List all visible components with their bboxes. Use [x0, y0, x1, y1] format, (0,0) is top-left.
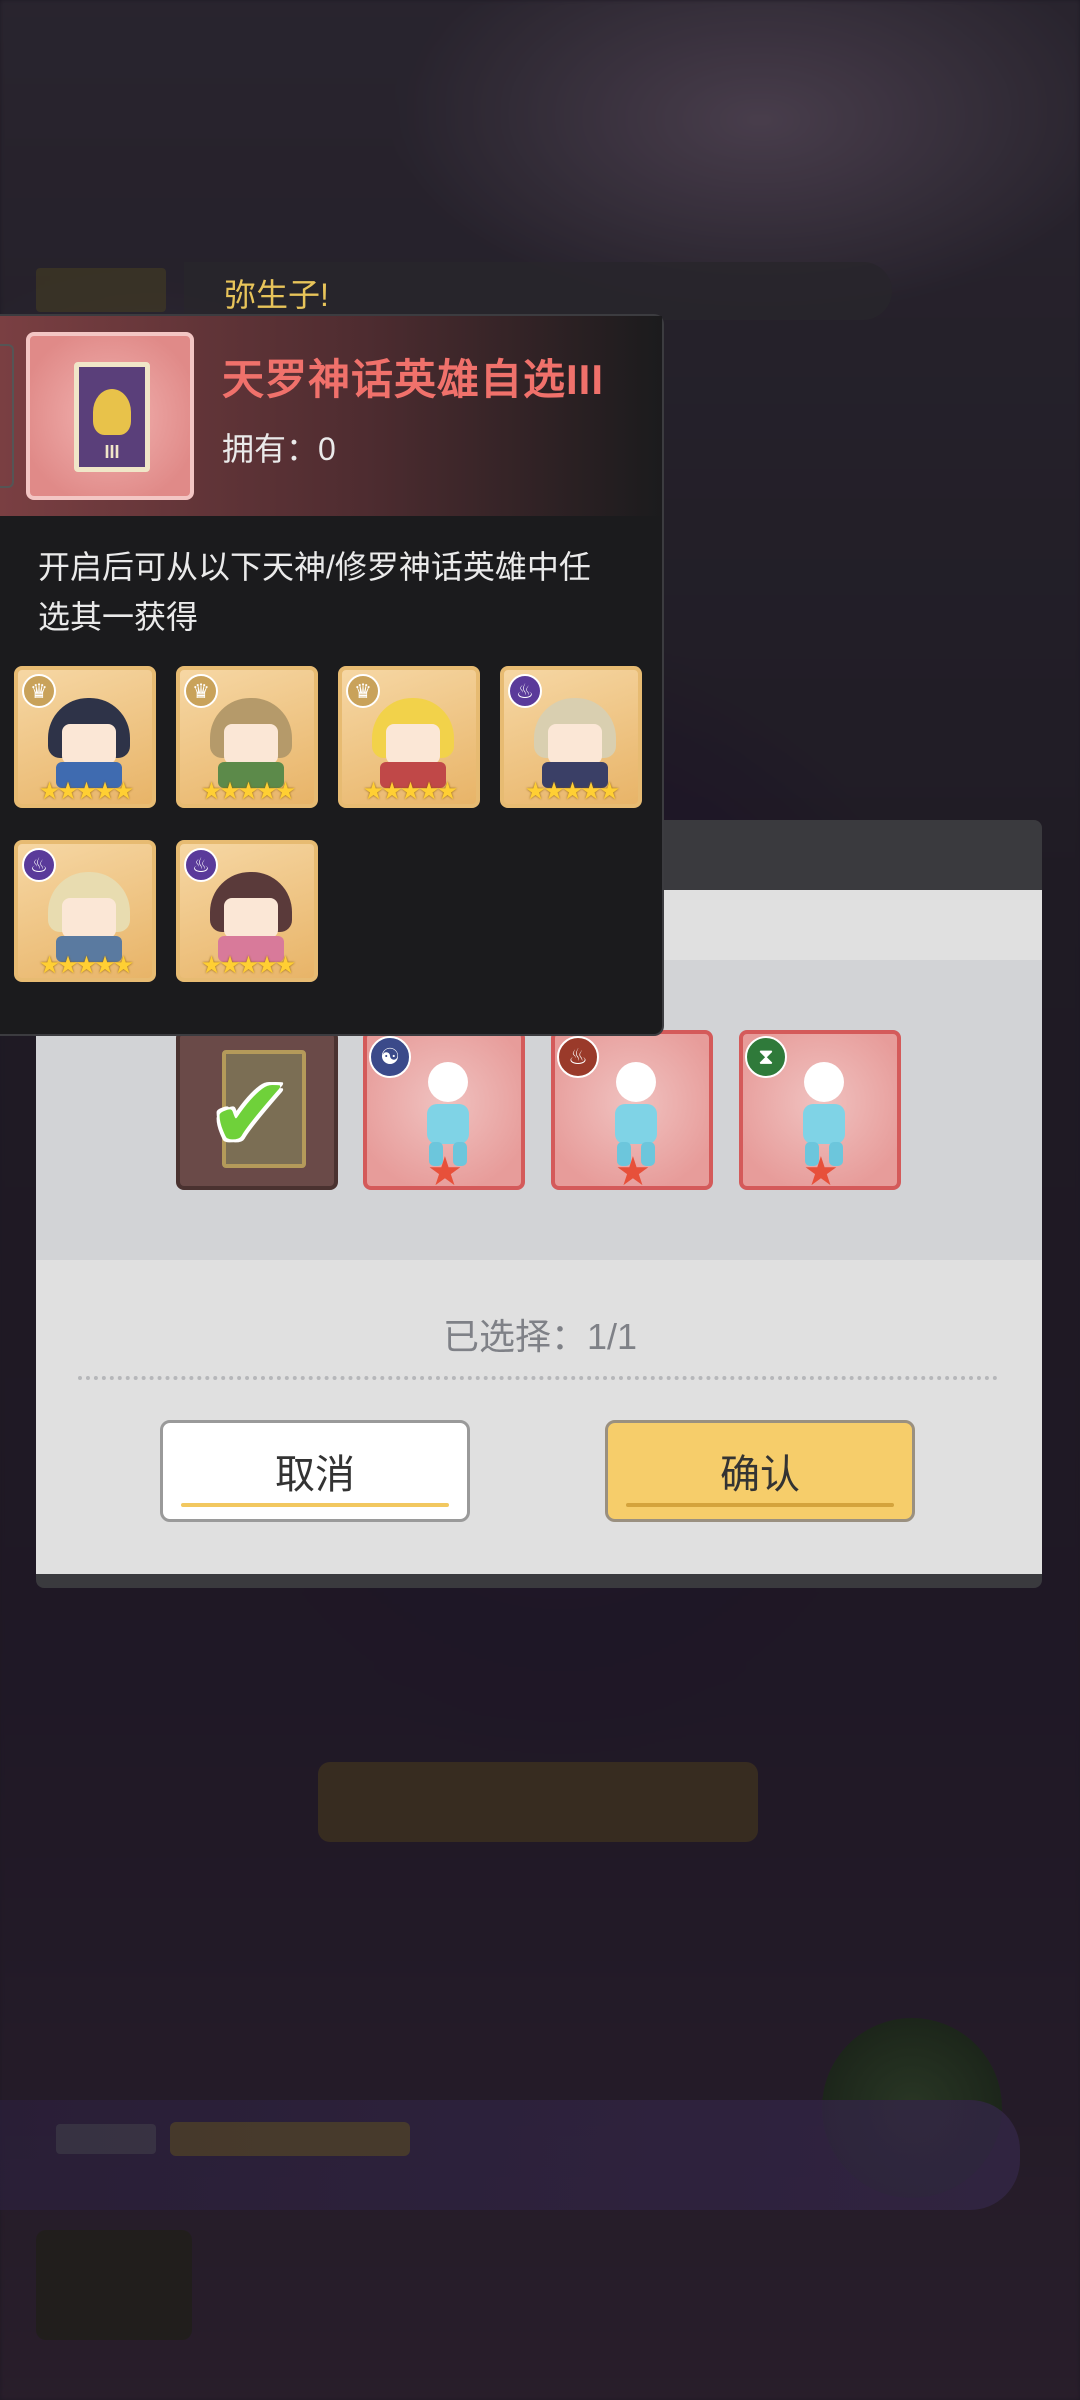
random-hero-slot-1[interactable]: ☯ ★: [363, 1030, 525, 1194]
star-rating: ★★★★★: [200, 952, 297, 979]
star-rating: ★★★★★: [362, 778, 459, 805]
hero-card[interactable]: ♨ ★★★★★: [14, 840, 156, 982]
dialog-footer-edge: [36, 1574, 1042, 1588]
item-icon: III: [26, 332, 194, 500]
tooltip-edge-tab: [0, 344, 14, 488]
confirm-button[interactable]: 确认: [605, 1420, 915, 1522]
cancel-button-label: 取消: [275, 1453, 355, 1497]
cancel-button[interactable]: 取消: [160, 1420, 470, 1522]
hero-card[interactable]: ♛ ★★★★★: [14, 666, 156, 808]
hero-card[interactable]: ♛ ★★★★★: [338, 666, 480, 808]
item-tooltip: III 天罗神话英雄自选III 拥有：0 开启后可从以下天神/修罗神话英雄中任选…: [0, 314, 664, 1036]
meditation-icon: ♨: [557, 1036, 599, 1078]
star-rating: ★★★★★: [200, 778, 297, 805]
dna-icon: ⧗: [745, 1036, 787, 1078]
hero-card[interactable]: ♛ ★★★★★: [176, 666, 318, 808]
checkmark-icon: ✔: [208, 1058, 292, 1170]
confirm-button-label: 确认: [720, 1453, 800, 1497]
hero-card[interactable]: ♨ ★★★★★: [176, 840, 318, 982]
item-description: 开启后可从以下天神/修罗神话英雄中任选其一获得: [38, 549, 591, 635]
dotted-divider: [78, 1376, 998, 1380]
crown-icon: ♛: [184, 674, 218, 708]
star-rating: ★★★★★: [38, 952, 135, 979]
crown-icon: ♛: [346, 674, 380, 708]
selected-card-slot[interactable]: ✔: [176, 1030, 338, 1190]
star-icon: ★: [615, 1150, 651, 1194]
random-hero-slot-3[interactable]: ⧗ ★: [739, 1030, 901, 1194]
yin-yang-icon: ☯: [369, 1036, 411, 1078]
hero-selection-card-icon: III: [74, 362, 150, 472]
owned-count: 拥有：0: [222, 431, 336, 467]
card-numeral: III: [104, 442, 120, 462]
hero-card[interactable]: ♨ ★★★★★: [500, 666, 642, 808]
flame-icon: ♨: [184, 848, 218, 882]
selected-count: 已选择：1/1: [442, 1316, 638, 1357]
star-icon: ★: [803, 1150, 839, 1194]
chat-text: 弥生子!: [224, 277, 329, 313]
chat-tag: [36, 268, 166, 312]
chat-bubble: 弥生子!: [184, 262, 892, 320]
random-hero-slot-2[interactable]: ♨ ★: [551, 1030, 713, 1194]
item-title: 天罗神话英雄自选III: [222, 356, 605, 403]
star-rating: ★★★★★: [38, 778, 135, 805]
star-icon: ★: [427, 1150, 463, 1194]
flame-icon: ♨: [508, 674, 542, 708]
flame-icon: ♨: [22, 848, 56, 882]
crown-icon: ♛: [22, 674, 56, 708]
star-rating: ★★★★★: [524, 778, 621, 805]
